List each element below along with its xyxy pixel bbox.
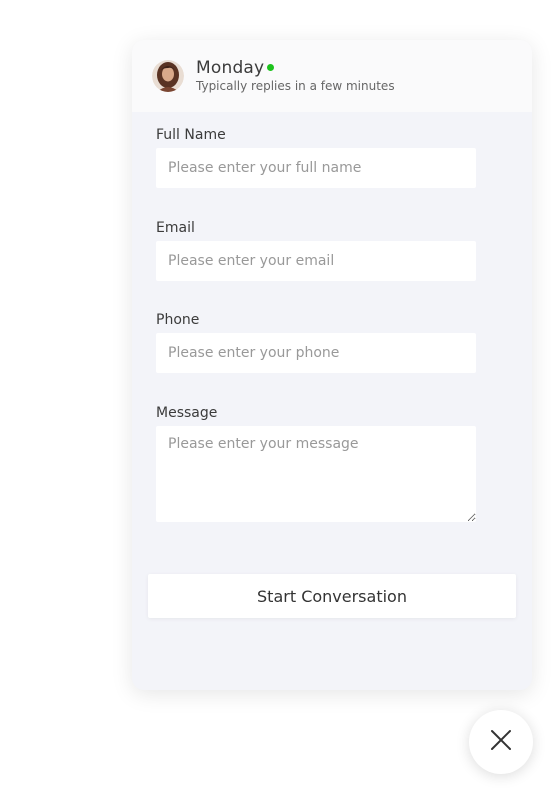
agent-name: Monday (196, 58, 275, 78)
message-textarea[interactable] (156, 426, 476, 522)
phone-input[interactable] (156, 333, 476, 373)
start-conversation-button[interactable]: Start Conversation (148, 574, 516, 618)
close-widget-button[interactable] (469, 710, 533, 774)
email-input[interactable] (156, 241, 476, 281)
online-status-dot (267, 64, 275, 71)
agent-status-text: Typically replies in a few minutes (196, 79, 395, 93)
close-icon (490, 729, 512, 755)
agent-name-text: Monday (196, 58, 265, 78)
message-label: Message (156, 405, 218, 421)
full-name-input[interactable] (156, 148, 476, 188)
full-name-label: Full Name (156, 127, 226, 143)
chat-header: Monday Typically replies in a few minute… (132, 40, 532, 112)
chat-widget: Monday Typically replies in a few minute… (132, 40, 532, 690)
agent-avatar (152, 60, 184, 92)
phone-label: Phone (156, 312, 200, 328)
email-label: Email (156, 220, 195, 236)
